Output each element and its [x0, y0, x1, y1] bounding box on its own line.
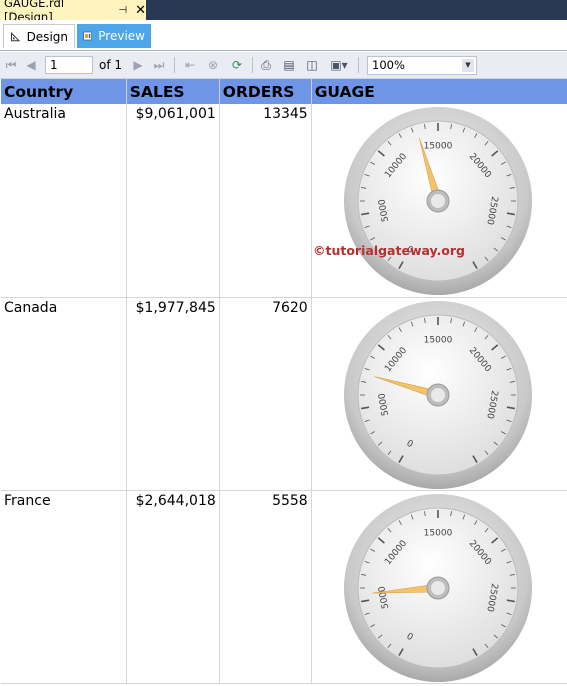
tab-design[interactable]: Design: [3, 24, 75, 48]
preview-icon: [83, 31, 92, 41]
stop-icon[interactable]: ⊗: [205, 56, 221, 74]
gauge-label: 15000: [423, 142, 452, 152]
gauge-label: 15000: [423, 528, 452, 538]
cell-gauge: 5000 10000 15000 20000 25000 0: [311, 104, 567, 298]
cell-sales: $1,977,845: [126, 297, 220, 491]
column-header-sales: SALES: [126, 79, 220, 104]
document-tab-gauge-rdl[interactable]: GAUGE.rdl [Design] ⊣ ✕: [0, 0, 146, 24]
cell-orders: 13345: [219, 104, 312, 298]
refresh-icon[interactable]: ⟳: [228, 56, 246, 74]
print-icon[interactable]: ⎙: [257, 56, 275, 74]
table-row: Canada $1,977,845 7620 5000 10000 15000 200…: [1, 297, 567, 491]
design-icon: [11, 31, 21, 41]
column-header-orders: ORDERS: [219, 79, 312, 104]
chevron-down-icon: ▼: [462, 59, 474, 72]
toolbar-separator: [358, 57, 359, 73]
radial-gauge: 5000100001500020000250000: [343, 300, 532, 489]
watermark-text: ©tutorialgateway.org: [313, 243, 465, 258]
toolbar-separator: [174, 57, 175, 73]
radial-gauge: 5000100001500020000250000: [343, 493, 532, 682]
last-page-icon[interactable]: ⏭: [152, 56, 166, 74]
gauge-cap-inner: [430, 194, 445, 208]
close-icon[interactable]: ✕: [135, 3, 146, 18]
cell-orders: 7620: [219, 297, 312, 491]
first-page-icon[interactable]: ⏮: [4, 56, 18, 74]
table-row: Australia $9,061,001 13345 5000 10000 1500…: [1, 104, 567, 298]
toolbar-separator: [252, 57, 253, 73]
cell-sales: $2,644,018: [126, 490, 220, 684]
page-count-label: of 1: [99, 58, 123, 72]
column-header-country: Country: [1, 79, 127, 104]
cell-gauge: 5000 10000 15000 20000 25000 0: [311, 297, 567, 491]
report-toolbar: ⏮ ◀ 1 of 1 ▶ ⏭ ⇤ ⊗ ⟳ ⎙ ▤ ◫ ▣▾ 100% ▼: [0, 52, 567, 79]
report-table: Country SALES ORDERS GUAGE Australia $9,…: [1, 79, 567, 684]
cell-country: Australia: [1, 104, 127, 298]
zoom-select[interactable]: 100% ▼: [367, 56, 477, 75]
tab-preview[interactable]: Preview: [77, 24, 151, 48]
gauge-cap-inner: [430, 387, 445, 402]
cell-gauge: 5000 10000 15000 20000 25000 0: [311, 490, 567, 684]
previous-page-icon[interactable]: ◀: [24, 56, 38, 74]
report-header-row: Country SALES ORDERS GUAGE: [1, 79, 567, 104]
cell-orders: 5558: [219, 490, 312, 684]
radial-gauge: 5000100001500020000250000: [343, 107, 532, 295]
tab-preview-label: Preview: [98, 29, 145, 43]
cell-country: Canada: [1, 297, 127, 491]
document-tab-bar: GAUGE.rdl [Design] ⊣ ✕: [0, 0, 567, 24]
print-layout-icon[interactable]: ▤: [280, 56, 298, 74]
gauge-cap-inner: [430, 580, 445, 595]
export-icon[interactable]: ▣▾: [326, 56, 352, 74]
view-tabs: Design Preview: [0, 20, 567, 51]
column-header-gauge: GUAGE: [311, 79, 567, 104]
back-icon[interactable]: ⇤: [182, 56, 198, 74]
page-number-input[interactable]: 1: [45, 56, 93, 74]
cell-sales: $9,061,001: [126, 104, 220, 298]
pin-icon[interactable]: ⊣: [118, 5, 127, 16]
table-row: France $2,644,018 5558 5000 10000 15000 200…: [1, 490, 567, 684]
tab-design-label: Design: [26, 29, 68, 44]
gauge-label: 15000: [423, 335, 452, 345]
cell-country: France: [1, 490, 127, 684]
zoom-value: 100%: [372, 58, 405, 72]
page-setup-icon[interactable]: ◫: [303, 56, 321, 74]
next-page-icon[interactable]: ▶: [131, 56, 145, 74]
